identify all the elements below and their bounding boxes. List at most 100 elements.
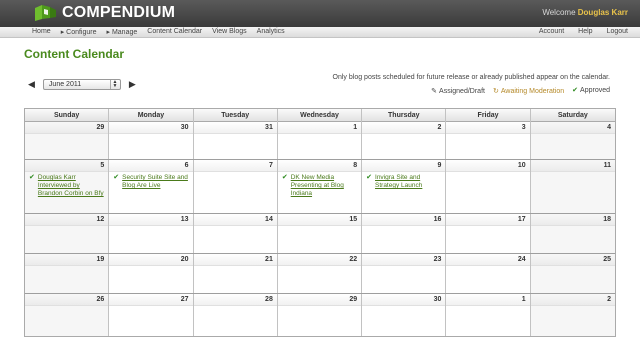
- day-number: 10: [446, 160, 530, 172]
- day-cell[interactable]: 6 ✔ Security Suite Site and Blog Are Liv…: [109, 160, 194, 213]
- weekday-wednesday: Wednesday: [278, 109, 363, 122]
- nav-left: Home ▸ Configure ▸ Manage Content Calend…: [32, 28, 285, 36]
- day-cell[interactable]: 1: [446, 294, 531, 336]
- day-number: 6: [109, 160, 193, 172]
- legend-draft-label: Assigned/Draft: [439, 88, 485, 95]
- day-cell[interactable]: 16: [362, 214, 447, 253]
- nav-bar: Home ▸ Configure ▸ Manage Content Calend…: [0, 27, 640, 38]
- day-cell[interactable]: 13: [109, 214, 194, 253]
- day-cell[interactable]: 20: [109, 254, 194, 293]
- day-number: 24: [446, 254, 530, 266]
- day-cell[interactable]: 11: [530, 160, 615, 213]
- next-month-arrow-icon[interactable]: ▶: [129, 79, 136, 90]
- day-cell[interactable]: 26: [25, 294, 110, 336]
- event-link[interactable]: Invigra Site and Strategy Launch: [375, 174, 441, 190]
- day-cell[interactable]: 23: [362, 254, 447, 293]
- day-number: 14: [193, 214, 277, 226]
- day-cell[interactable]: 14: [193, 214, 278, 253]
- day-cell[interactable]: 29: [25, 122, 110, 159]
- weekday-saturday: Saturday: [557, 112, 588, 119]
- approved-check-icon: ✔: [113, 174, 120, 181]
- calendar-event: ✔ Security Suite Site and Blog Are Live: [113, 174, 188, 190]
- month-dropdown[interactable]: June 2011 ▲ ▼: [42, 79, 121, 90]
- nav-item-home[interactable]: Home: [32, 28, 51, 36]
- day-number: 2: [362, 122, 446, 134]
- day-cell[interactable]: 19: [25, 254, 110, 293]
- event-link[interactable]: DK New Media Presenting at Blog Indiana: [291, 174, 357, 198]
- day-events: ✔ Douglas Karr Interviewed by Brandon Co…: [25, 172, 108, 200]
- calendar-header: Sunday Monday Tuesday Wednesday Thursday…: [25, 109, 615, 122]
- calendar-week: 12 13 14 15 16 17 18: [25, 214, 615, 254]
- day-cell[interactable]: 3: [446, 122, 531, 159]
- day-cell[interactable]: 24: [446, 254, 531, 293]
- day-number: 18: [530, 214, 615, 226]
- day-number: 2: [530, 294, 615, 306]
- day-cell[interactable]: 15: [277, 214, 363, 253]
- welcome-message: Welcome Douglas Karr: [542, 8, 628, 17]
- day-cell[interactable]: 2: [362, 122, 447, 159]
- day-cell[interactable]: 1: [277, 122, 363, 159]
- day-cell[interactable]: 18: [530, 214, 615, 253]
- day-cell[interactable]: 9 ✔ Invigra Site and Strategy Launch: [362, 160, 447, 213]
- nav-item-logout[interactable]: Logout: [607, 28, 628, 35]
- approved-check-icon: ✔: [281, 174, 288, 181]
- weekday-monday: Monday: [109, 109, 194, 122]
- prev-month-arrow-icon[interactable]: ◀: [28, 79, 35, 90]
- day-cell[interactable]: 12: [25, 214, 110, 253]
- dropdown-arrows-icon: ▲ ▼: [109, 80, 119, 89]
- nav-item-help[interactable]: Help: [578, 28, 592, 35]
- top-bar: COMPENDIUM Welcome Douglas Karr: [0, 0, 640, 27]
- day-number: 15: [277, 214, 362, 226]
- day-number: 31: [193, 122, 277, 134]
- nav-item-analytics[interactable]: Analytics: [257, 28, 285, 36]
- calendar-week: 29 30 31 1 2 3 4: [25, 122, 615, 160]
- day-cell[interactable]: 27: [109, 294, 194, 336]
- nav-right: Account Help Logout: [539, 28, 628, 35]
- day-number: 8: [277, 160, 362, 172]
- day-number: 16: [362, 214, 446, 226]
- day-cell[interactable]: 29: [277, 294, 363, 336]
- logo-cube-icon: [32, 4, 58, 22]
- day-cell[interactable]: 17: [446, 214, 531, 253]
- calendar-grid: Sunday Monday Tuesday Wednesday Thursday…: [24, 108, 616, 337]
- day-cell[interactable]: 5 ✔ Douglas Karr Interviewed by Brandon …: [25, 160, 110, 213]
- day-cell[interactable]: 22: [277, 254, 363, 293]
- day-cell[interactable]: 25: [530, 254, 615, 293]
- event-link[interactable]: Douglas Karr Interviewed by Brandon Corb…: [38, 174, 104, 198]
- day-cell[interactable]: 8 ✔ DK New Media Presenting at Blog Indi…: [277, 160, 363, 213]
- day-cell[interactable]: 2: [530, 294, 615, 336]
- check-icon: ✔: [572, 87, 579, 94]
- day-cell[interactable]: 30: [109, 122, 194, 159]
- day-cell[interactable]: 10: [446, 160, 531, 213]
- day-cell[interactable]: 4: [530, 122, 615, 159]
- day-cell[interactable]: 30: [362, 294, 447, 336]
- day-cell[interactable]: 31: [193, 122, 278, 159]
- day-number: 30: [362, 294, 446, 306]
- calendar-event: ✔ Invigra Site and Strategy Launch: [366, 174, 441, 190]
- day-number: 29: [25, 122, 109, 134]
- nav-item-account[interactable]: Account: [539, 28, 564, 35]
- nav-item-view-blogs[interactable]: View Blogs: [212, 28, 247, 36]
- month-value: June 2011: [48, 81, 82, 88]
- refresh-icon: ↻: [492, 88, 499, 95]
- day-events: ✔ Security Suite Site and Blog Are Live: [109, 172, 192, 192]
- day-number: 28: [193, 294, 277, 306]
- day-cell[interactable]: 7: [193, 160, 278, 213]
- calendar-week: 19 20 21 22 23 24 25: [25, 254, 615, 294]
- nav-item-configure[interactable]: ▸ Configure: [61, 28, 97, 36]
- day-events: ✔ DK New Media Presenting at Blog Indian…: [278, 172, 361, 200]
- nav-item-manage[interactable]: ▸ Manage: [107, 28, 138, 36]
- event-link[interactable]: Security Suite Site and Blog Are Live: [122, 174, 188, 190]
- calendar-note: Only blog posts scheduled for future rel…: [332, 74, 610, 81]
- pencil-icon: ✎: [431, 88, 438, 95]
- nav-item-content-calendar[interactable]: Content Calendar: [147, 28, 202, 36]
- user-name[interactable]: Douglas Karr: [578, 8, 628, 17]
- approved-check-icon: ✔: [366, 174, 373, 181]
- day-cell[interactable]: 28: [193, 294, 278, 336]
- status-legend: ✎ Assigned/Draft ↻ Awaiting Moderation ✔ Ap…: [431, 87, 610, 95]
- compendium-logo[interactable]: COMPENDIUM: [32, 3, 175, 23]
- day-number: 3: [446, 122, 530, 134]
- approved-check-icon: ✔: [29, 174, 35, 181]
- day-cell[interactable]: 21: [193, 254, 278, 293]
- day-number: 5: [25, 160, 109, 172]
